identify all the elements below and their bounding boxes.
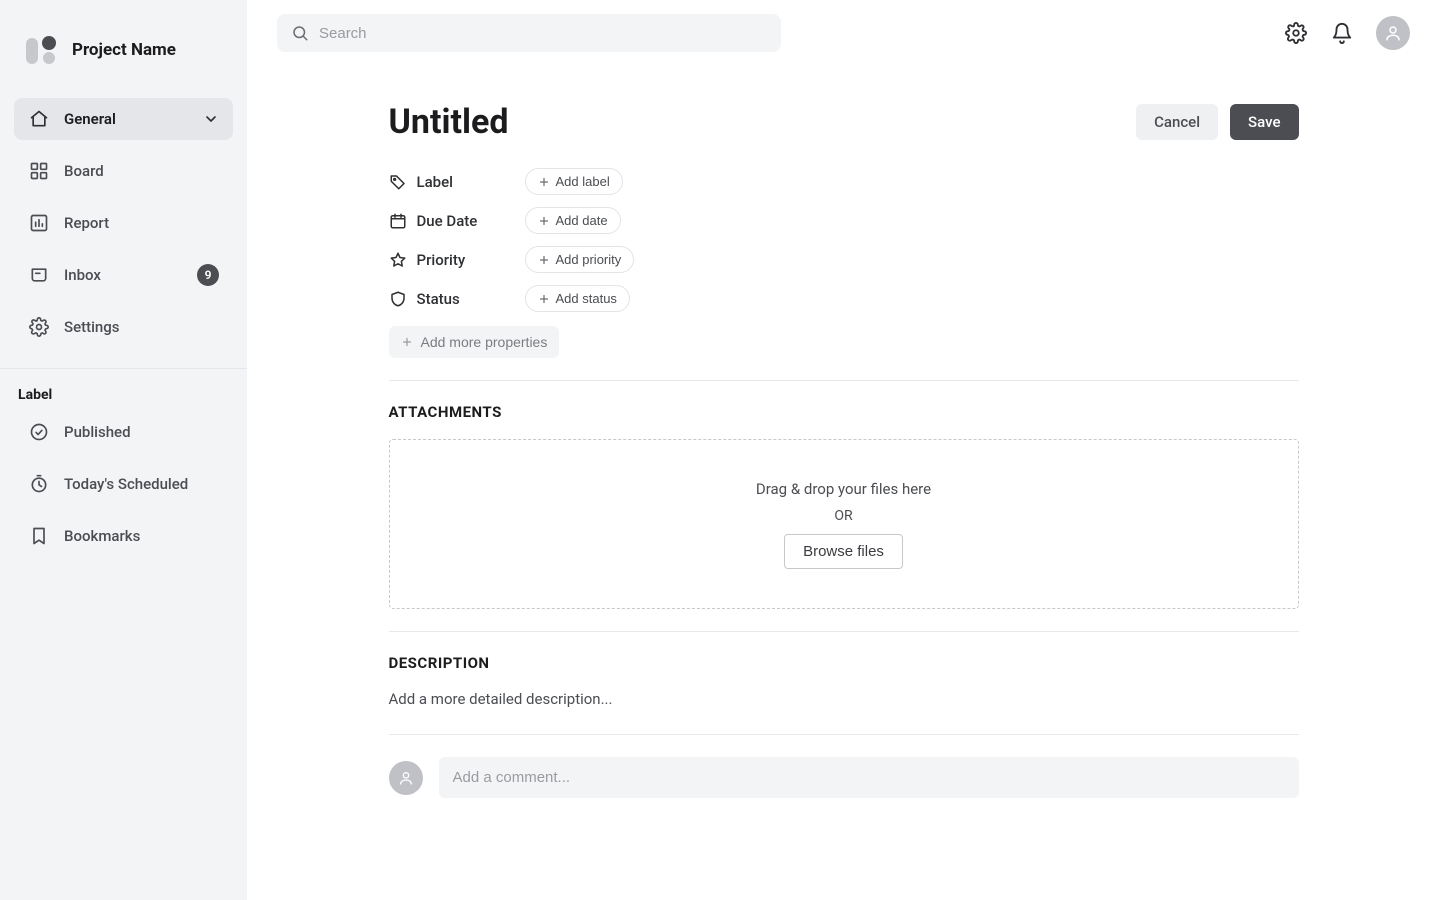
sidebar-nav: General Board Report Inbox 9 — [0, 94, 247, 368]
search-icon — [291, 24, 309, 42]
dropzone-text: Drag & drop your files here — [756, 480, 931, 498]
property-label: Status — [389, 290, 525, 308]
browse-files-button[interactable]: Browse files — [784, 534, 903, 569]
search-input[interactable] — [319, 25, 767, 42]
sidebar-item-label: Published — [64, 423, 131, 441]
sidebar-item-label: Bookmarks — [64, 527, 140, 545]
sidebar-item-report[interactable]: Report — [14, 202, 233, 244]
page-title[interactable]: Untitled — [389, 102, 509, 142]
inbox-badge: 9 — [197, 264, 219, 286]
sidebar-item-label: Report — [64, 214, 109, 232]
property-label: Label — [389, 173, 525, 191]
sidebar-label-bookmarks[interactable]: Bookmarks — [14, 515, 233, 557]
add-date-button[interactable]: Add date — [525, 207, 621, 234]
title-row: Untitled Cancel Save — [389, 102, 1299, 142]
add-more-properties-button[interactable]: Add more properties — [389, 326, 560, 358]
sidebar-section-label: Label — [0, 387, 247, 407]
comment-input[interactable] — [439, 757, 1299, 798]
property-label: Priority — [389, 251, 525, 269]
divider — [389, 631, 1299, 632]
title-actions: Cancel Save — [1136, 104, 1298, 140]
bookmark-icon — [28, 525, 50, 547]
sidebar-label-published[interactable]: Published — [14, 411, 233, 453]
sidebar-item-board[interactable]: Board — [14, 150, 233, 192]
check-circle-icon — [28, 421, 50, 443]
sidebar-item-label: General — [64, 110, 116, 128]
sidebar-item-label: Settings — [64, 318, 120, 336]
plus-icon — [538, 254, 550, 266]
sidebar-item-label: Today's Scheduled — [64, 475, 188, 493]
sidebar-header: Project Name — [0, 0, 247, 94]
search-box[interactable] — [277, 14, 781, 52]
dropzone-or: OR — [834, 508, 852, 524]
tag-icon — [389, 173, 407, 191]
star-icon — [389, 251, 407, 269]
comment-avatar — [389, 761, 423, 795]
properties: Label Add label Due Date Add date — [389, 168, 1299, 312]
avatar[interactable] — [1376, 16, 1410, 50]
description-input[interactable]: Add a more detailed description... — [389, 690, 1299, 708]
plus-icon — [401, 336, 413, 348]
board-icon — [28, 160, 50, 182]
property-row-priority: Priority Add priority — [389, 246, 1299, 273]
property-row-due-date: Due Date Add date — [389, 207, 1299, 234]
add-label-button[interactable]: Add label — [525, 168, 623, 195]
sidebar-item-label: Board — [64, 162, 104, 180]
home-icon — [28, 108, 50, 130]
sidebar-item-general[interactable]: General — [14, 98, 233, 140]
plus-icon — [538, 176, 550, 188]
add-status-button[interactable]: Add status — [525, 285, 630, 312]
gear-icon — [28, 316, 50, 338]
topbar — [247, 0, 1440, 66]
settings-button[interactable] — [1284, 21, 1308, 45]
notifications-button[interactable] — [1330, 21, 1354, 45]
shield-icon — [389, 290, 407, 308]
project-title: Project Name — [72, 40, 176, 60]
property-name: Status — [417, 290, 460, 308]
sidebar: Project Name General Board Report — [0, 0, 247, 900]
sidebar-item-label: Inbox — [64, 266, 101, 284]
comment-row — [389, 734, 1299, 798]
cancel-button[interactable]: Cancel — [1136, 104, 1218, 140]
clock-icon — [28, 473, 50, 495]
divider — [389, 380, 1299, 381]
sidebar-labels: Published Today's Scheduled Bookmarks — [0, 407, 247, 577]
property-name: Label — [417, 173, 453, 191]
sidebar-label-scheduled[interactable]: Today's Scheduled — [14, 463, 233, 505]
app-logo-icon — [20, 30, 60, 70]
topbar-right — [1284, 16, 1410, 50]
content: Untitled Cancel Save Label Add label — [389, 102, 1299, 798]
sidebar-item-settings[interactable]: Settings — [14, 306, 233, 348]
property-name: Due Date — [417, 212, 478, 230]
description-heading: DESCRIPTION — [389, 654, 1299, 672]
report-icon — [28, 212, 50, 234]
property-label: Due Date — [389, 212, 525, 230]
sidebar-divider — [0, 368, 247, 369]
property-row-label: Label Add label — [389, 168, 1299, 195]
main: Untitled Cancel Save Label Add label — [247, 0, 1440, 900]
add-priority-button[interactable]: Add priority — [525, 246, 635, 273]
inbox-icon — [28, 264, 50, 286]
save-button[interactable]: Save — [1230, 104, 1298, 140]
chevron-down-icon — [203, 111, 219, 127]
property-row-status: Status Add status — [389, 285, 1299, 312]
sidebar-item-inbox[interactable]: Inbox 9 — [14, 254, 233, 296]
property-name: Priority — [417, 251, 466, 269]
attachments-dropzone[interactable]: Drag & drop your files here OR Browse fi… — [389, 439, 1299, 609]
plus-icon — [538, 293, 550, 305]
calendar-icon — [389, 212, 407, 230]
attachments-heading: ATTACHMENTS — [389, 403, 1299, 421]
plus-icon — [538, 215, 550, 227]
